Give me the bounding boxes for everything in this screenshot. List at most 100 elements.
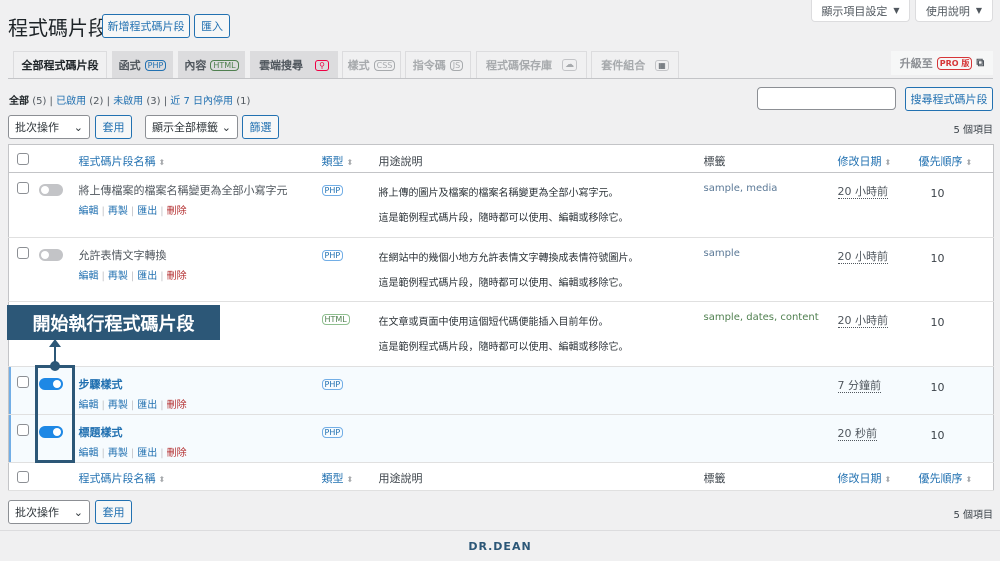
- caret-down-icon: ▼: [975, 6, 983, 15]
- delete-link[interactable]: 刪除: [167, 206, 187, 217]
- sort-icon: ⬍: [346, 475, 354, 484]
- export-link[interactable]: 匯出: [137, 400, 157, 411]
- clone-link[interactable]: 再製: [108, 400, 128, 411]
- clone-link[interactable]: 再製: [108, 271, 128, 282]
- filter-recently-deactivated[interactable]: 近 7 日內停用: [170, 96, 233, 107]
- type-badge: PHP: [321, 427, 344, 438]
- add-new-button[interactable]: 新增程式碼片段: [102, 14, 190, 38]
- cloud-icon: ☁: [562, 59, 577, 71]
- modified-date: 20 小時前: [837, 185, 888, 199]
- snippet-tags[interactable]: sample: [704, 238, 838, 302]
- snippet-tags[interactable]: [703, 366, 838, 415]
- tabs-baseline: [8, 78, 993, 79]
- priority-value: 10: [918, 414, 994, 463]
- filter-all[interactable]: 全部: [9, 96, 29, 107]
- tags-filter-select[interactable]: 顯示全部標籤 ⌄: [145, 115, 238, 139]
- snippet-name[interactable]: 允許表情文字轉換: [79, 247, 322, 263]
- snippet-tags[interactable]: [703, 414, 838, 463]
- sort-icon: ⬍: [158, 475, 166, 484]
- help-button[interactable]: 使用說明 ▼: [915, 0, 993, 22]
- priority-value: 10: [918, 366, 994, 415]
- snippet-name[interactable]: 標題樣式: [79, 424, 322, 440]
- snippet-tags[interactable]: sample, media: [704, 173, 838, 238]
- column-priority[interactable]: 優先順序: [919, 155, 963, 168]
- filter-active[interactable]: 已啟用: [56, 96, 86, 107]
- tab-label: 套件組合: [601, 59, 646, 72]
- modified-date: 7 分鐘前: [837, 379, 881, 393]
- bulk-actions-select[interactable]: 批次操作 ⌄: [8, 115, 90, 139]
- sort-icon: ⬍: [884, 158, 892, 167]
- tab-label: 樣式: [347, 59, 370, 72]
- bulk-label: 批次操作: [15, 121, 59, 134]
- column-type[interactable]: 類型: [322, 472, 344, 485]
- bulk-label: 批次操作: [15, 506, 59, 519]
- filter-button[interactable]: 篩選: [242, 115, 279, 139]
- clone-link[interactable]: 再製: [108, 448, 128, 459]
- sort-icon: ⬍: [346, 158, 354, 167]
- edit-link[interactable]: 編輯: [79, 271, 99, 282]
- filter-count: (5): [32, 96, 47, 107]
- snippet-note: 這是範例程式碼片段，隨時都可以使用、編輯或移除它。: [378, 213, 629, 224]
- export-link[interactable]: 匯出: [137, 206, 157, 217]
- tab-all-snippets[interactable]: 全部程式碼片段: [13, 51, 107, 78]
- bulk-actions-select-bottom[interactable]: 批次操作 ⌄: [8, 500, 90, 524]
- tab-functions[interactable]: 函式 PHP: [112, 51, 173, 78]
- tab-library[interactable]: 程式碼保存庫 ☁: [476, 51, 587, 78]
- filter-inactive[interactable]: 未啟用: [113, 96, 143, 107]
- html-badge: HTML: [210, 59, 239, 71]
- import-button[interactable]: 匯入: [194, 14, 230, 38]
- row-checkbox[interactable]: [17, 424, 29, 436]
- snippet-note: 這是範例程式碼片段，隨時都可以使用、編輯或移除它。: [378, 342, 629, 353]
- column-modified[interactable]: 修改日期: [838, 155, 882, 168]
- select-all-checkbox[interactable]: [17, 153, 29, 165]
- row-checkbox[interactable]: [17, 376, 29, 388]
- tab-scripts[interactable]: 指令碼 JS: [405, 51, 471, 78]
- apply-button[interactable]: 套用: [95, 115, 132, 139]
- screen-options-button[interactable]: 顯示項目設定 ▼: [811, 0, 910, 22]
- filter-count: (3): [146, 96, 161, 107]
- priority-value: 10: [930, 316, 945, 329]
- tab-label: 全部程式碼片段: [21, 59, 99, 72]
- edit-link[interactable]: 編輯: [79, 206, 99, 217]
- apply-button-bottom[interactable]: 套用: [95, 500, 132, 524]
- snippet-tags[interactable]: sample, dates, content: [704, 302, 838, 367]
- external-link-icon: ⧉: [976, 56, 985, 69]
- snippet-name[interactable]: 將上傳檔案的檔案名稱變更為全部小寫字元: [79, 182, 322, 198]
- delete-link[interactable]: 刪除: [167, 400, 187, 411]
- tab-bundles[interactable]: 套件組合 ▦: [591, 51, 679, 78]
- snippet-name[interactable]: 步驟樣式: [79, 376, 322, 392]
- delete-link[interactable]: 刪除: [167, 271, 187, 282]
- search-button[interactable]: 搜尋程式碼片段: [905, 87, 993, 111]
- clone-link[interactable]: 再製: [108, 206, 128, 217]
- sort-icon: ⬍: [884, 475, 892, 484]
- column-modified[interactable]: 修改日期: [838, 472, 882, 485]
- export-link[interactable]: 匯出: [137, 271, 157, 282]
- tab-label: 雲端搜尋: [259, 59, 304, 72]
- column-priority[interactable]: 優先順序: [919, 472, 963, 485]
- export-link[interactable]: 匯出: [137, 448, 157, 459]
- column-tags: 標籤: [703, 155, 726, 168]
- upgrade-pro-link[interactable]: 升級至 PRO 版 ⧉: [891, 51, 993, 75]
- search-input[interactable]: [757, 87, 896, 110]
- column-name[interactable]: 程式碼片段名稱: [79, 472, 156, 485]
- sort-icon: ⬍: [158, 158, 166, 167]
- filter-count: (1): [236, 96, 251, 107]
- tab-cloud-search[interactable]: 雲端搜尋 ⚲: [250, 51, 338, 78]
- tab-content[interactable]: 內容 HTML: [178, 51, 245, 78]
- delete-link[interactable]: 刪除: [167, 448, 187, 459]
- activation-toggle[interactable]: [38, 249, 63, 261]
- column-description: 用途說明: [378, 155, 423, 168]
- tags-label: 顯示全部標籤: [152, 121, 218, 134]
- edit-link[interactable]: 編輯: [79, 400, 99, 411]
- column-type[interactable]: 類型: [322, 155, 344, 168]
- select-all-checkbox[interactable]: [17, 471, 29, 483]
- row-actions: 編輯 | 再製 | 匯出 | 刪除: [78, 448, 187, 459]
- activation-toggle[interactable]: [38, 184, 63, 196]
- row-checkbox[interactable]: [17, 247, 29, 259]
- page-title: 程式碼片段: [8, 16, 108, 40]
- row-checkbox[interactable]: [17, 182, 29, 194]
- column-name[interactable]: 程式碼片段名稱: [79, 155, 156, 168]
- tab-styles[interactable]: 樣式 CSS: [342, 51, 401, 78]
- footer-bar: DR.DEAN: [0, 530, 1000, 561]
- edit-link[interactable]: 編輯: [79, 448, 99, 459]
